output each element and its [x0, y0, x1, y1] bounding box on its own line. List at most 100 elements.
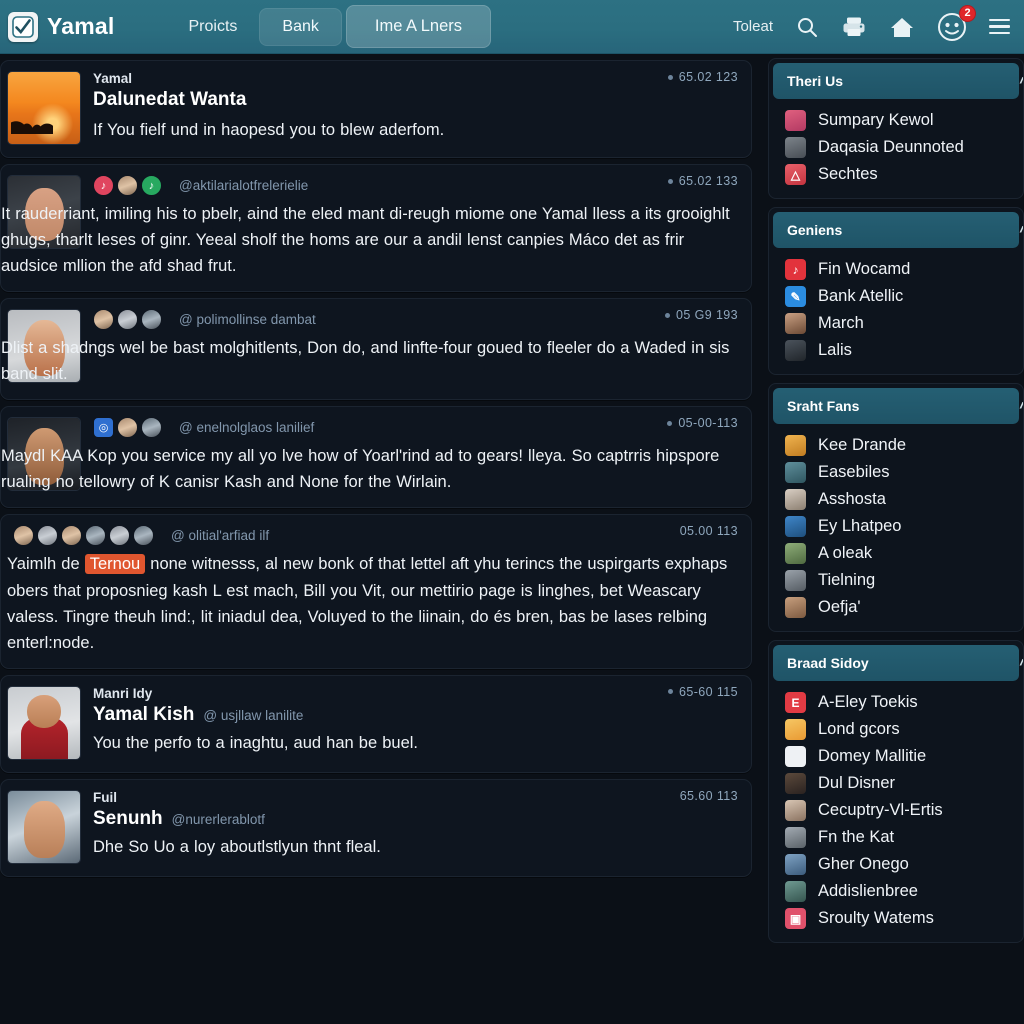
- chevron-up-icon[interactable]: ^: [1019, 399, 1023, 416]
- white-app-icon: [785, 746, 806, 767]
- list-item[interactable]: △ Sechtes: [769, 161, 1023, 188]
- list-item[interactable]: Lalis: [769, 337, 1023, 364]
- blue-avatar-icon: [785, 854, 806, 875]
- panel-items: Kee Drande Easebiles Asshosta Ey Lhatpeo…: [769, 424, 1023, 631]
- reaction-icon[interactable]: [93, 309, 114, 331]
- post-handle[interactable]: @ polimollinse dambat: [179, 312, 316, 327]
- panel-header[interactable]: Braad Sidoy ^: [773, 645, 1023, 681]
- app-header: Yamal Proicts Bank Ime A Lners Toleat 2: [0, 0, 1024, 54]
- reaction-icon[interactable]: ♪: [93, 175, 114, 196]
- post-feed[interactable]: 65.02 123 Yamal Dalunedat Wanta If You f…: [0, 54, 758, 1024]
- grey-avatar-icon: [785, 137, 806, 158]
- reaction-icon[interactable]: [141, 309, 162, 331]
- blue-avatar-icon: [785, 516, 806, 537]
- post-body: Dhe So Uo a loy aboutlstlyun thnt fleal.: [93, 837, 381, 856]
- post-card[interactable]: 65.60 113 Fuil Senunh @nurerlerablotf Dh…: [0, 778, 752, 877]
- reaction-avatars[interactable]: @ olitial'arfiad ilf: [13, 525, 739, 547]
- post-handle[interactable]: @ usjllaw lanilite: [203, 708, 303, 723]
- reaction-avatars[interactable]: ◎ @ enelnolglaos lanilief: [93, 417, 733, 439]
- hamburger-menu-icon[interactable]: [989, 18, 1010, 35]
- list-item[interactable]: Gher Onego: [769, 851, 1023, 878]
- reaction-icon[interactable]: [117, 417, 138, 439]
- list-item[interactable]: Sumpary Kewol: [769, 107, 1023, 134]
- list-item[interactable]: ✎ Bank Atellic: [769, 283, 1023, 310]
- printer-icon[interactable]: [841, 15, 867, 39]
- list-item[interactable]: Lond gcors: [769, 716, 1023, 743]
- right-sidebar[interactable]: Theri Us ^ Sumpary Kewol Daqasia Deunnot…: [764, 54, 1024, 1024]
- post-card[interactable]: 05-00-113 ◎ @ enelnolglaos lanilief Mayd…: [0, 406, 752, 509]
- post-handle[interactable]: @ enelnolglaos lanilief: [179, 420, 314, 435]
- list-item[interactable]: Daqasia Deunnoted: [769, 134, 1023, 161]
- post-card[interactable]: 05.00 113 @ olitial'arfiad ilf Yaimlh de…: [0, 514, 752, 669]
- reaction-icon[interactable]: [13, 525, 34, 547]
- sidebar-panel-geniens: Geniens ^ ♪ Fin Wocamd ✎ Bank Atellic Ma…: [768, 207, 1024, 375]
- avatar[interactable]: [7, 685, 81, 760]
- panel-items: Sumpary Kewol Daqasia Deunnoted △ Sechte…: [769, 99, 1023, 198]
- chevron-up-icon[interactable]: ^: [1019, 656, 1023, 673]
- reaction-avatars[interactable]: @ polimollinse dambat: [93, 309, 733, 331]
- post-author: Manri Idy: [93, 685, 153, 701]
- reaction-icon[interactable]: [141, 417, 162, 439]
- reaction-icon[interactable]: [109, 525, 130, 547]
- pink-avatar-icon: [785, 110, 806, 131]
- list-item[interactable]: Ey Lhatpeo: [769, 513, 1023, 540]
- pale-avatar-icon: [785, 800, 806, 821]
- post-handle[interactable]: @nurerlerablotf: [172, 812, 265, 827]
- post-card[interactable]: 65-60 115 Manri Idy Yamal Kish @ usjllaw…: [0, 674, 752, 773]
- chevron-up-icon[interactable]: ^: [1019, 74, 1023, 91]
- list-item[interactable]: Fn the Kat: [769, 824, 1023, 851]
- list-item[interactable]: Addislienbree: [769, 878, 1023, 905]
- post-timestamp: 05-00-113: [667, 416, 738, 430]
- header-right-label[interactable]: Toleat: [733, 18, 773, 35]
- nav-item-bank[interactable]: Bank: [259, 7, 342, 46]
- post-card[interactable]: 65.02 123 Yamal Dalunedat Wanta If You f…: [0, 60, 752, 158]
- chevron-up-icon[interactable]: ^: [1019, 223, 1023, 240]
- post-body: You the perfo to a inaghtu, aud han be b…: [93, 733, 418, 752]
- red-app-icon: △: [785, 164, 806, 185]
- list-item[interactable]: ▣ Sroulty Watems: [769, 905, 1023, 932]
- face-avatar-icon[interactable]: 2: [937, 4, 976, 42]
- nav-item-ime-a-lners[interactable]: Ime A Lners: [345, 5, 492, 48]
- reaction-icon[interactable]: [117, 309, 138, 331]
- list-item[interactable]: Asshosta: [769, 486, 1023, 513]
- list-item[interactable]: ♪ Fin Wocamd: [769, 256, 1023, 283]
- post-handle[interactable]: @aktilarialotfrelerielie: [179, 178, 308, 193]
- list-item[interactable]: Tielning: [769, 567, 1023, 594]
- post-author: Fuil: [93, 789, 117, 805]
- list-item[interactable]: Oefja': [769, 594, 1023, 621]
- nav-item-proicts[interactable]: Proicts: [171, 10, 256, 44]
- red-app-icon: E: [785, 692, 806, 713]
- post-timestamp: 65.60 113: [679, 788, 738, 803]
- sidebar-panel-sraht-fans: Sraht Fans ^ Kee Drande Easebiles Asshos…: [768, 383, 1024, 632]
- reaction-icon[interactable]: [133, 525, 154, 547]
- avatar[interactable]: [7, 789, 81, 864]
- panel-header[interactable]: Theri Us ^: [773, 63, 1023, 99]
- brand[interactable]: Yamal: [8, 11, 115, 42]
- list-item[interactable]: Kee Drande: [769, 432, 1023, 459]
- post-body-pre: Yaimlh de: [7, 555, 85, 574]
- avatar[interactable]: [7, 71, 81, 145]
- home-icon[interactable]: [889, 15, 915, 39]
- list-item[interactable]: A oleak: [769, 540, 1023, 567]
- list-item[interactable]: Dul Disner: [769, 770, 1023, 797]
- post-display-name: Senunh: [93, 807, 163, 829]
- list-item[interactable]: E A-Eley Toekis: [769, 689, 1023, 716]
- post-handle[interactable]: @ olitial'arfiad ilf: [171, 528, 269, 543]
- reaction-icon[interactable]: [117, 175, 138, 196]
- list-item[interactable]: Cecuptry-Vl-Ertis: [769, 797, 1023, 824]
- list-item[interactable]: Easebiles: [769, 459, 1023, 486]
- search-icon[interactable]: [795, 15, 819, 39]
- post-card[interactable]: 05 G9 193 @ polimollinse dambat Dlist a …: [0, 298, 752, 401]
- reaction-icon[interactable]: [61, 525, 82, 547]
- green-avatar-icon: [785, 543, 806, 564]
- reaction-avatars[interactable]: ♪ ♪ @aktilarialotfrelerielie: [93, 175, 733, 196]
- post-card[interactable]: 65.02 133 ♪ ♪ @aktilarialotfrelerielie I…: [0, 164, 752, 293]
- list-item[interactable]: Domey Mallitie: [769, 743, 1023, 770]
- reaction-icon[interactable]: [37, 525, 58, 547]
- reaction-icon[interactable]: ◎: [93, 417, 114, 439]
- panel-header[interactable]: Sraht Fans ^: [773, 388, 1023, 424]
- reaction-icon[interactable]: [85, 525, 106, 547]
- panel-header[interactable]: Geniens ^: [773, 212, 1023, 248]
- reaction-icon[interactable]: ♪: [141, 175, 162, 196]
- list-item[interactable]: March: [769, 310, 1023, 337]
